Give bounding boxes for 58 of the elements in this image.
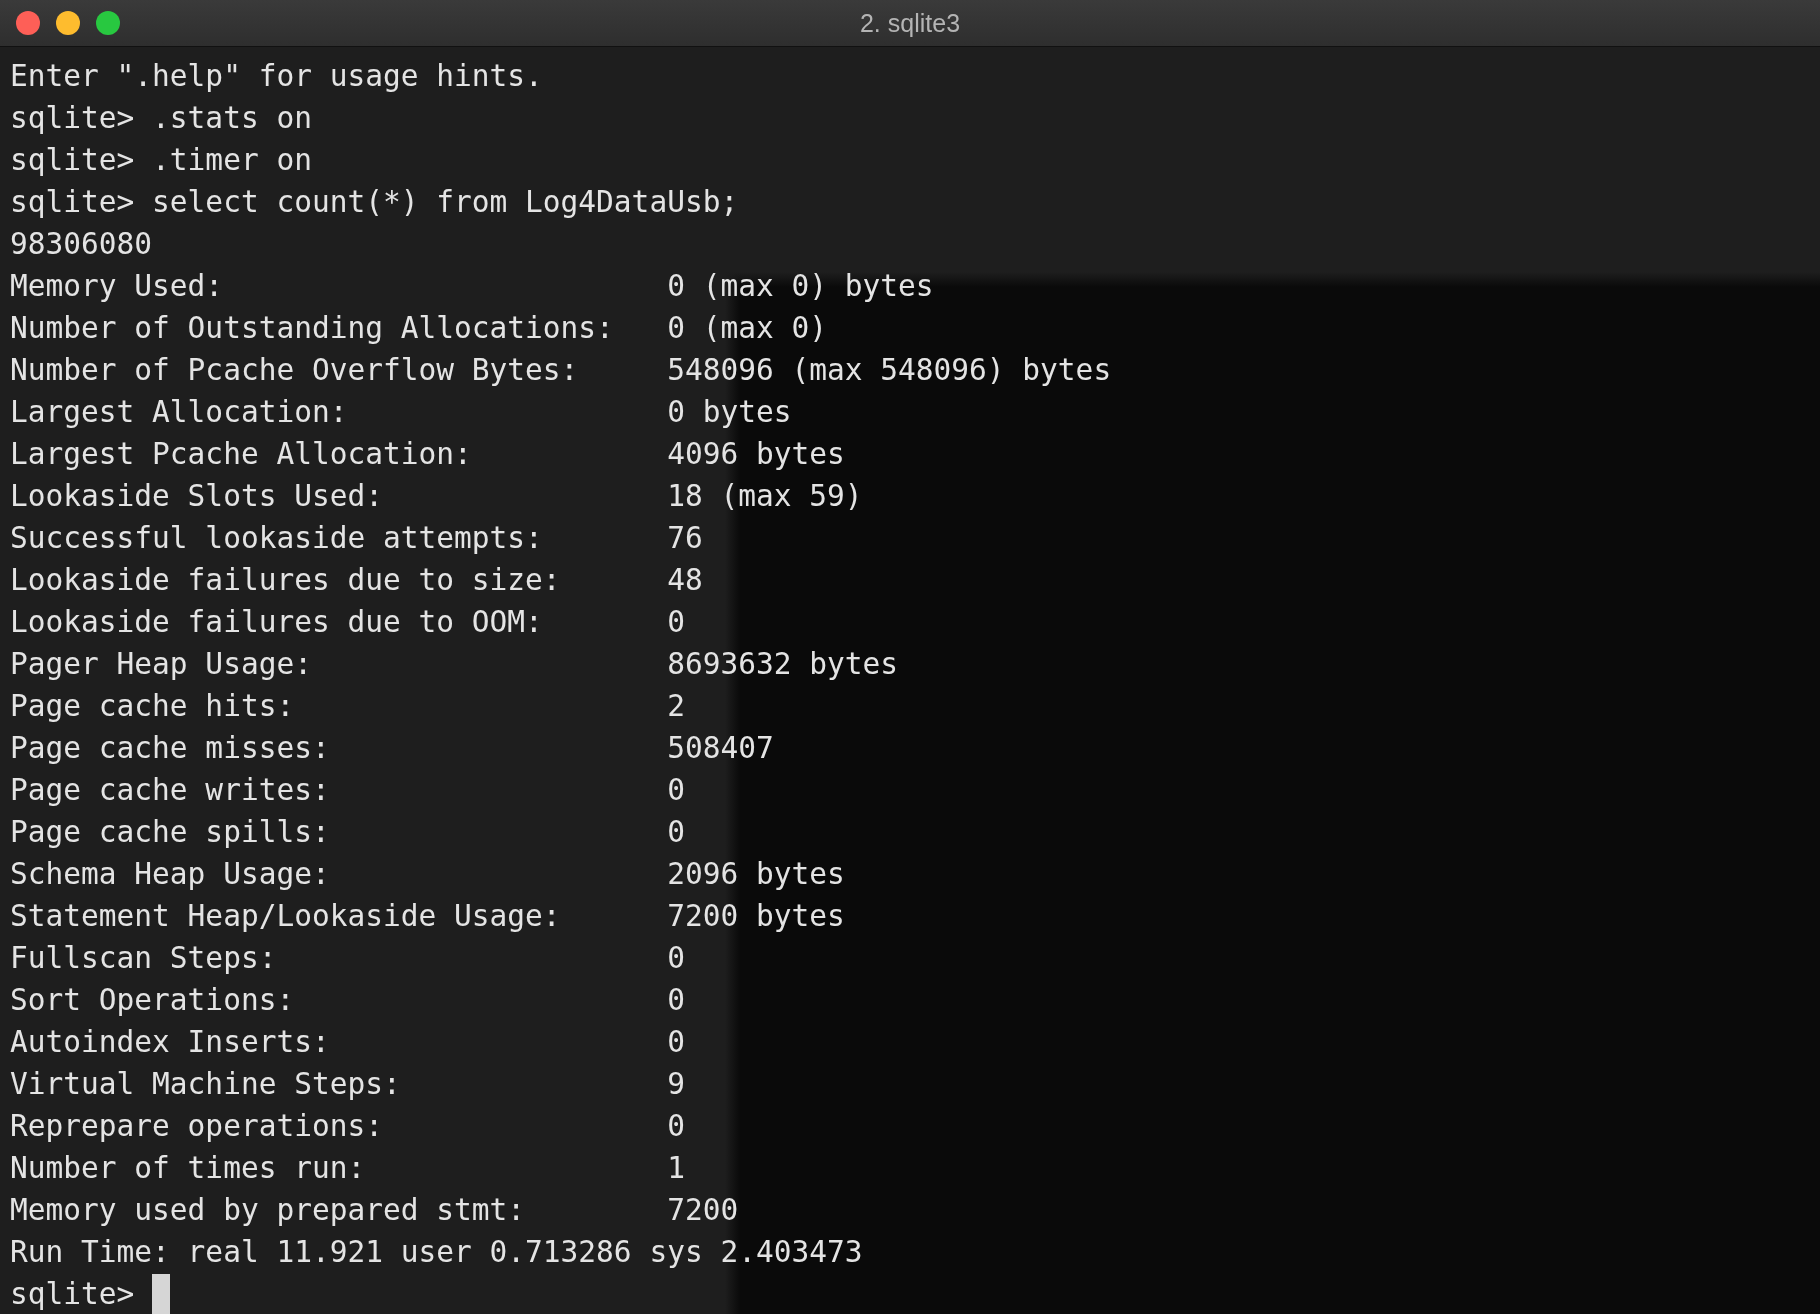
stat-label: Lookaside failures due to OOM: — [10, 604, 544, 641]
stat-label: Number of Outstanding Allocations: — [10, 310, 615, 347]
stat-label: Sort Operations: — [10, 982, 296, 1019]
minimize-button[interactable] — [56, 11, 80, 35]
stat-value: 0 — [667, 982, 685, 1019]
stat-value: 7200 bytes — [667, 898, 845, 935]
stat-value: 1 — [667, 1150, 685, 1187]
stat-value: 4096 bytes — [667, 436, 845, 473]
stat-value: 0 (max 0) — [667, 310, 827, 347]
stat-value: 548096 (max 548096) bytes — [667, 352, 1112, 389]
stat-label: Lookaside Slots Used: — [10, 478, 384, 515]
stat-label: Reprepare operations: — [10, 1108, 384, 1145]
stat-label: Number of Pcache Overflow Bytes: — [10, 352, 580, 389]
stat-value: 0 — [667, 604, 685, 641]
stat-label: Autoindex Inserts: — [10, 1024, 331, 1061]
stat-label: Virtual Machine Steps: — [10, 1066, 402, 1103]
stat-value: 0 (max 0) bytes — [667, 268, 934, 305]
stat-label: Largest Allocation: — [10, 394, 349, 431]
stat-value: 0 — [667, 814, 685, 851]
stat-value: 0 — [667, 772, 685, 809]
terminal-line: Enter ".help" for usage hints. — [10, 58, 543, 95]
stat-value: 7200 — [667, 1192, 739, 1229]
stat-value: 0 — [667, 1108, 685, 1145]
window-title: 2. sqlite3 — [859, 8, 961, 38]
terminal-line: sqlite> select count(*) from Log4DataUsb; — [10, 184, 739, 221]
stat-label: Successful lookaside attempts: — [10, 520, 544, 557]
stat-label: Number of times run: — [10, 1150, 367, 1187]
stat-value: 76 — [667, 520, 703, 557]
stat-label: Page cache spills: — [10, 814, 331, 851]
stat-label: Memory used by prepared stmt: — [10, 1192, 527, 1229]
stat-value: 0 — [667, 940, 685, 977]
stat-value: 2 — [667, 688, 685, 725]
stat-label: Page cache misses: — [10, 730, 331, 767]
terminal-line: Run Time: real 11.921 user 0.713286 sys 2.403473 — [10, 1234, 863, 1271]
stat-value: 0 bytes — [667, 394, 792, 431]
stat-value: 508407 — [667, 730, 774, 767]
stat-value: 18 (max 59) — [667, 478, 863, 515]
terminal-line: sqlite> .timer on — [10, 142, 312, 179]
stat-label: Schema Heap Usage: — [10, 856, 331, 893]
stat-label: Fullscan Steps: — [10, 940, 278, 977]
terminal-line: sqlite> .stats on — [10, 100, 312, 137]
stat-label: Memory Used: — [10, 268, 225, 305]
stat-label: Page cache hits: — [10, 688, 296, 725]
stat-label: Pager Heap Usage: — [10, 646, 313, 683]
stat-value: 48 — [667, 562, 703, 599]
stat-value: 9 — [667, 1066, 685, 1103]
stat-value: 0 — [667, 1024, 685, 1061]
text-cursor — [152, 1274, 171, 1314]
stat-value: 8693632 bytes — [667, 646, 898, 683]
stat-value: 2096 bytes — [667, 856, 845, 893]
stat-label: Largest Pcache Allocation: — [10, 436, 473, 473]
stat-label: Statement Heap/Lookaside Usage: — [10, 898, 562, 935]
close-button[interactable] — [16, 11, 40, 35]
stat-label: Lookaside failures due to size: — [10, 562, 562, 599]
terminal-line: 98306080 — [10, 226, 153, 263]
zoom-button[interactable] — [96, 11, 120, 35]
stat-label: Page cache writes: — [10, 772, 331, 809]
prompt-text: sqlite> — [10, 1276, 135, 1313]
